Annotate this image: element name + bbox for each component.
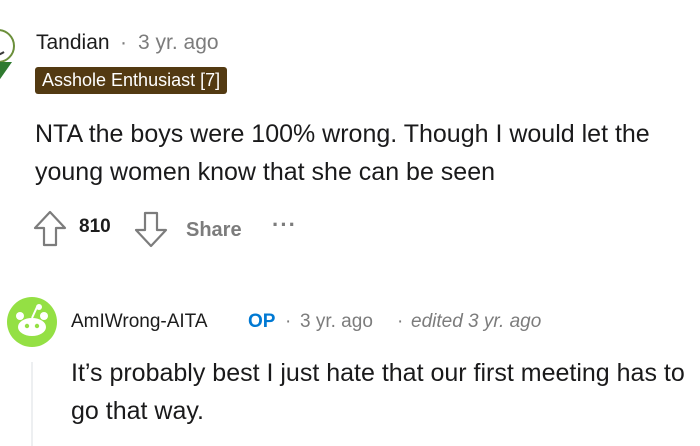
- meta-separator: ·: [397, 311, 404, 332]
- vote-count: 810: [79, 216, 111, 237]
- thread-line[interactable]: [31, 362, 33, 446]
- commenter-avatar[interactable]: [0, 24, 20, 84]
- downvote-arrow-icon[interactable]: [133, 209, 169, 249]
- op-badge: OP: [248, 311, 276, 332]
- user-flair-badge: Asshole Enthusiast [7]: [35, 67, 228, 94]
- reply-timestamp[interactable]: 3 yr. ago: [300, 311, 373, 333]
- edited-label: edited 3 yr. ago: [411, 311, 542, 332]
- comment-author[interactable]: Tandian: [36, 31, 110, 55]
- more-options-button[interactable]: ···: [272, 212, 297, 238]
- reply-avatar[interactable]: [6, 296, 58, 348]
- meta-separator: ·: [285, 311, 292, 332]
- share-button[interactable]: Share: [186, 219, 242, 242]
- upvote-arrow-icon[interactable]: [32, 209, 68, 249]
- comment-body: NTA the boys were 100% wrong. Though I w…: [35, 120, 650, 186]
- meta-separator: ·: [120, 31, 127, 54]
- reply-author[interactable]: AmIWrong-AITA: [71, 311, 208, 333]
- reply-body: It’s probably best I just hate that our …: [71, 359, 685, 425]
- comment-timestamp[interactable]: 3 yr. ago: [138, 31, 219, 55]
